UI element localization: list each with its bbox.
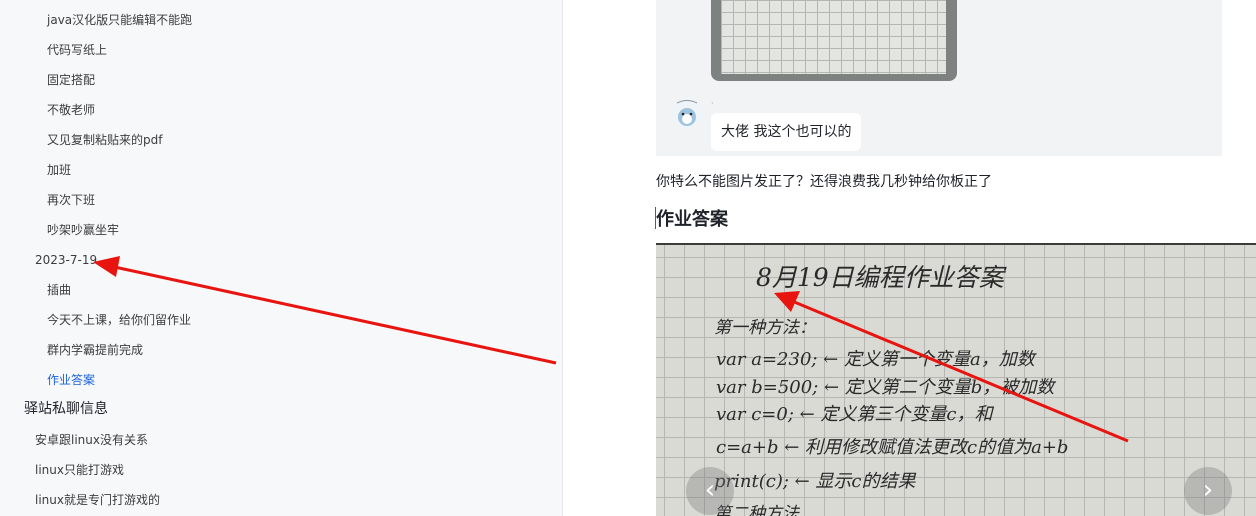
photo-line: var a=230; ← 定义第一个变量a，加数 — [716, 349, 1035, 370]
toc-item[interactable]: 不敬老师 — [47, 102, 95, 118]
toc-item[interactable]: 今天不上课，给你们留作业 — [47, 312, 191, 328]
chevron-right-icon: › — [1202, 475, 1214, 505]
homework-photo[interactable]: 8月19日编程作业答案 第一种方法： var a=230; ← 定义第一个变量a… — [656, 243, 1256, 516]
document-content: · 大佬 我这个也可以的 你特么不能图片发正了？还得浪费我几秒钟给你板正了 作业… — [562, 0, 1256, 516]
chat-screenshot: · 大佬 我这个也可以的 — [656, 0, 1222, 156]
toc-item-date[interactable]: 2023-7-19 — [35, 252, 97, 268]
toc-item[interactable]: 固定搭配 — [47, 72, 95, 88]
photo-line: c=a+b ← 利用修改赋值法更改c的值为a+b — [716, 437, 1069, 458]
toc-item[interactable]: 再次下班 — [47, 192, 95, 208]
toc-item[interactable]: linux就是专门打游戏的 — [35, 492, 160, 508]
photo-line: var b=500; ← 定义第二个变量b，被加数 — [716, 377, 1055, 398]
section-heading: 作业答案 — [656, 209, 728, 230]
avatar — [671, 96, 703, 128]
chat-message: 大佬 我这个也可以的 — [711, 113, 862, 151]
toc-item[interactable]: linux只能打游戏 — [35, 462, 124, 478]
sender-name: · — [711, 99, 714, 108]
paragraph: 你特么不能图片发正了？还得浪费我几秒钟给你板正了 — [656, 174, 992, 190]
chat-image[interactable] — [711, 0, 957, 81]
photo-title: 8月19日编程作业答案 — [756, 263, 1004, 292]
toc-section-title[interactable]: 驿站私聊信息 — [24, 401, 108, 417]
toc-item[interactable]: 吵架吵赢坐牢 — [47, 222, 119, 238]
toc-item[interactable]: 又见复制粘贴来的pdf — [47, 132, 162, 148]
toc-item[interactable]: java汉化版只能编辑不能跑 — [47, 12, 192, 28]
toc-item[interactable]: 加班 — [47, 162, 71, 178]
next-image-button[interactable]: › — [1184, 467, 1232, 515]
toc-item-active[interactable]: 作业答案 — [47, 372, 95, 388]
toc-item[interactable]: 安卓跟linux没有关系 — [35, 432, 148, 448]
toc-item[interactable]: 插曲 — [47, 282, 71, 298]
toc-item[interactable]: 群内学霸提前完成 — [47, 342, 143, 358]
prev-image-button[interactable]: ‹ — [686, 467, 734, 515]
chevron-left-icon: ‹ — [704, 475, 716, 505]
toc-sidebar: java汉化版只能编辑不能跑 代码写纸上 固定搭配 不敬老师 又见复制粘贴来的p… — [0, 0, 563, 516]
photo-line: print(c); ← 显示c的结果 — [714, 471, 916, 492]
photo-line: 第一种方法： — [714, 318, 816, 338]
toc-item[interactable]: 代码写纸上 — [47, 42, 107, 58]
photo-line: var c=0; ← 定义第三个变量c，和 — [716, 404, 993, 425]
